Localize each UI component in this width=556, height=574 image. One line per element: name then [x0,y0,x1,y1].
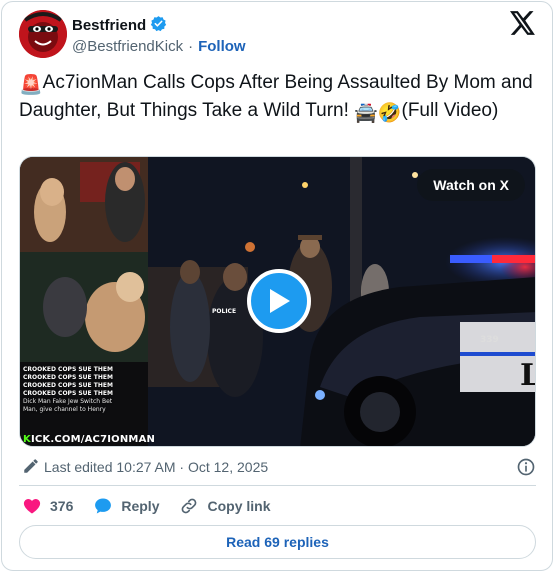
tweet-card: Bestfriend @BestfriendKick · Follow 🚨Ac7… [1,1,553,571]
info-icon[interactable] [516,457,536,480]
overlay-note: Dick Man Fake Jew Switch Bet [23,398,113,405]
divider [19,485,536,486]
edited-row: Last edited 10:27 AM · Oct 12, 2025 [22,457,536,477]
pencil-icon [22,457,40,478]
like-button[interactable]: 376 [22,496,73,516]
x-logo-icon[interactable] [510,11,536,35]
stream-overlay: CROOKED COPS SUE THEM CROOKED COPS SUE T… [23,366,153,414]
tweet-text: 🚨Ac7ionMan Calls Cops After Being Assaul… [19,70,539,126]
kick-url-rest: ICK.COM/AC7IONMAN [30,434,156,445]
handle-row: @BestfriendKick · Follow [72,38,246,55]
overlay-line: CROOKED COPS SUE THEM [23,390,113,397]
reply-bubble-icon [95,498,112,514]
overlay-line: CROOKED COPS SUE THEM [23,374,113,381]
kick-url: KICK.COM/AC7IONMAN [23,434,155,445]
siren-emoji-icon: 🚨 [19,75,43,96]
video-thumbnail[interactable]: L POLICE 339 CROOKED COPS SUE THEM CROOK… [19,156,536,447]
separator-dot: · [188,38,194,55]
edited-timestamp[interactable]: Last edited 10:27 AM · Oct 12, 2025 [44,459,268,475]
overlay-note: Man, give channel to Henry [23,406,106,413]
overlay-line: CROOKED COPS SUE THEM [23,366,113,373]
reply-label: Reply [121,498,160,514]
verified-badge-icon [150,15,167,36]
avatar[interactable] [19,10,67,58]
display-name[interactable]: Bestfriend [72,15,167,36]
car-number: 339 [480,335,499,345]
heart-icon [23,499,41,514]
police-label: POLICE [212,308,237,315]
play-icon [270,289,290,313]
follow-link[interactable]: Follow [198,38,246,55]
link-icon [182,498,197,514]
svg-text:L: L [520,358,536,393]
copy-link-button[interactable]: Copy link [179,496,271,516]
tweet-suffix: (Full Video) [401,100,499,121]
police-car-emoji-icon: 🚔 [354,103,378,124]
laughing-emoji-icon: 🤣 [377,103,402,124]
reply-button[interactable]: Reply [93,496,159,516]
overlay-line: CROOKED COPS SUE THEM [23,382,113,389]
kick-url-k: K [23,434,31,445]
handle[interactable]: @BestfriendKick [72,38,183,55]
like-count: 376 [50,498,74,514]
watch-on-x-button[interactable]: Watch on X [417,169,525,201]
display-name-text[interactable]: Bestfriend [72,17,146,34]
read-replies-button[interactable]: Read 69 replies [19,525,536,559]
copy-link-label: Copy link [207,498,271,514]
action-bar: 376 Reply Copy link [22,495,291,517]
play-button[interactable] [247,269,311,333]
